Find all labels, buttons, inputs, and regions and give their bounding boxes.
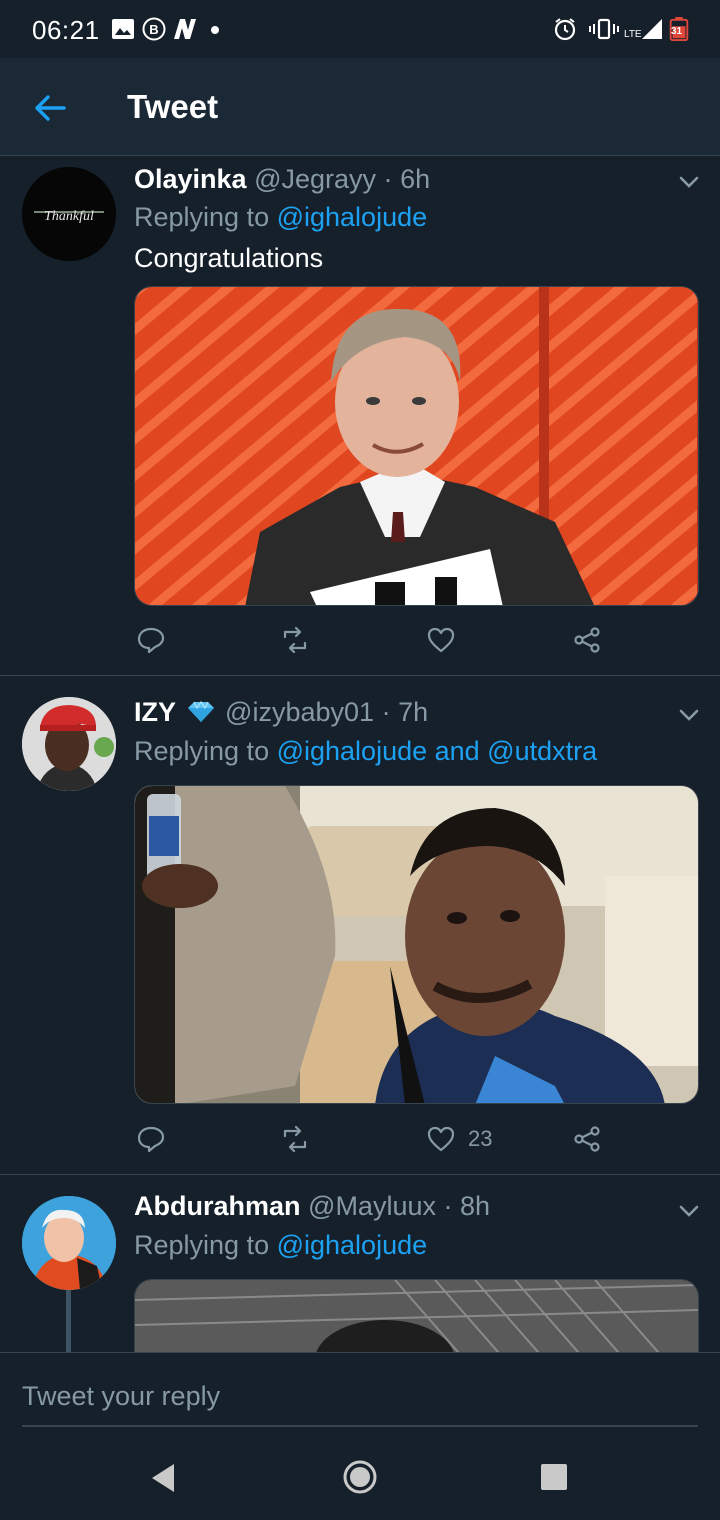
share-button[interactable]	[572, 1122, 602, 1156]
replying-to: Replying to @ighalojude	[134, 202, 427, 233]
user-handle[interactable]: @Mayluux	[308, 1191, 436, 1221]
battery-level: 31	[671, 26, 683, 37]
replying-prefix: Replying to	[134, 736, 277, 766]
chevron-down-icon[interactable]	[678, 175, 700, 189]
user-handle[interactable]: @Jegrayy	[254, 164, 376, 194]
b-app-icon: B	[142, 17, 166, 41]
tweet-item[interactable]: Thankful Olayinka @Jegrayy · 6h Replying…	[0, 157, 720, 676]
avatar[interactable]	[22, 1196, 116, 1290]
nav-back-icon[interactable]	[148, 1460, 178, 1496]
chevron-down-icon[interactable]	[678, 708, 700, 722]
nav-recents-icon[interactable]	[540, 1463, 568, 1491]
avatar[interactable]	[22, 697, 116, 791]
reply-button[interactable]	[136, 623, 166, 657]
gallery-icon	[112, 19, 134, 39]
status-bar: 06:21 B LTE 31	[0, 0, 720, 58]
mention-link[interactable]: @ighalojude	[277, 1230, 428, 1260]
separator-dot: ·	[381, 697, 391, 727]
avatar[interactable]: Thankful	[22, 167, 116, 261]
news-app-icon	[174, 19, 196, 39]
thread-line	[66, 1287, 71, 1352]
tweet-actions	[134, 623, 614, 659]
replying-prefix: Replying to	[134, 202, 277, 232]
tweet-time: 8h	[460, 1191, 491, 1221]
like-button[interactable]	[426, 623, 468, 657]
tweet-time: 6h	[400, 164, 431, 194]
separator-dot: ·	[383, 164, 393, 194]
reply-input-underline	[22, 1425, 698, 1427]
separator-dot: ·	[443, 1191, 453, 1221]
share-icon	[574, 1126, 600, 1152]
replying-prefix: Replying to	[134, 1230, 277, 1260]
replying-to: Replying to @ighalojude and @utdxtra	[134, 736, 597, 767]
page-title: Tweet	[127, 88, 219, 125]
retweet-button[interactable]	[280, 1122, 310, 1156]
app-bar: Tweet	[0, 58, 720, 156]
network-type-label: LTE	[624, 29, 642, 40]
replying-to: Replying to @ighalojude	[134, 1230, 427, 1261]
tweet-time: 7h	[398, 697, 429, 727]
tweet-actions: 23	[134, 1122, 614, 1158]
share-icon	[574, 627, 600, 653]
user-name[interactable]: Olayinka	[134, 164, 247, 194]
chevron-down-icon[interactable]	[678, 1204, 700, 1218]
svg-text:B: B	[149, 22, 158, 37]
system-nav-bar	[0, 1438, 720, 1520]
retweet-icon	[283, 1125, 307, 1153]
reply-button[interactable]	[136, 1122, 166, 1156]
tweet-text: Congratulations	[134, 243, 324, 273]
back-arrow-icon[interactable]	[30, 88, 70, 128]
retweet-button[interactable]	[280, 623, 310, 657]
user-handle[interactable]: @izybaby01	[225, 697, 374, 727]
tweet-item[interactable]: IZY @izybaby01 · 7h Replying to @ighaloj…	[0, 676, 720, 1175]
reply-icon	[137, 1126, 165, 1153]
tweet-header: IZY @izybaby01 · 7h	[134, 697, 428, 728]
tweet-image[interactable]	[134, 1279, 699, 1352]
share-button[interactable]	[572, 623, 602, 657]
tweet-image[interactable]	[134, 286, 699, 606]
reply-input[interactable]: Tweet your reply	[22, 1381, 220, 1412]
reply-icon	[137, 627, 165, 654]
retweet-icon	[283, 626, 307, 654]
tweet-header: Abdurahman @Mayluux · 8h	[134, 1191, 490, 1222]
user-name[interactable]: IZY	[134, 697, 176, 727]
tweet-item[interactable]: Abdurahman @Mayluux · 8h Replying to @ig…	[0, 1175, 720, 1352]
heart-icon	[427, 1126, 455, 1152]
mention-link[interactable]: @ighalojude	[277, 202, 428, 232]
user-name[interactable]: Abdurahman	[134, 1191, 301, 1221]
nav-home-icon[interactable]	[342, 1459, 378, 1495]
diamond-emoji-icon	[187, 700, 214, 722]
alarm-icon	[554, 18, 576, 41]
tweet-image[interactable]	[134, 785, 699, 1104]
signal-icon	[642, 19, 662, 39]
like-count: 23	[468, 1126, 493, 1151]
tweet-header: Olayinka @Jegrayy · 6h	[134, 164, 430, 195]
vibrate-icon	[589, 18, 619, 40]
like-button[interactable]: 23	[426, 1122, 492, 1156]
reply-composer[interactable]: Tweet your reply	[0, 1352, 720, 1438]
avatar-text: Thankful	[44, 209, 94, 224]
status-time: 06:21	[32, 15, 100, 45]
mention-link[interactable]: @ighalojude and @utdxtra	[277, 736, 598, 766]
heart-icon	[427, 627, 455, 653]
notification-dot-icon	[211, 26, 219, 34]
